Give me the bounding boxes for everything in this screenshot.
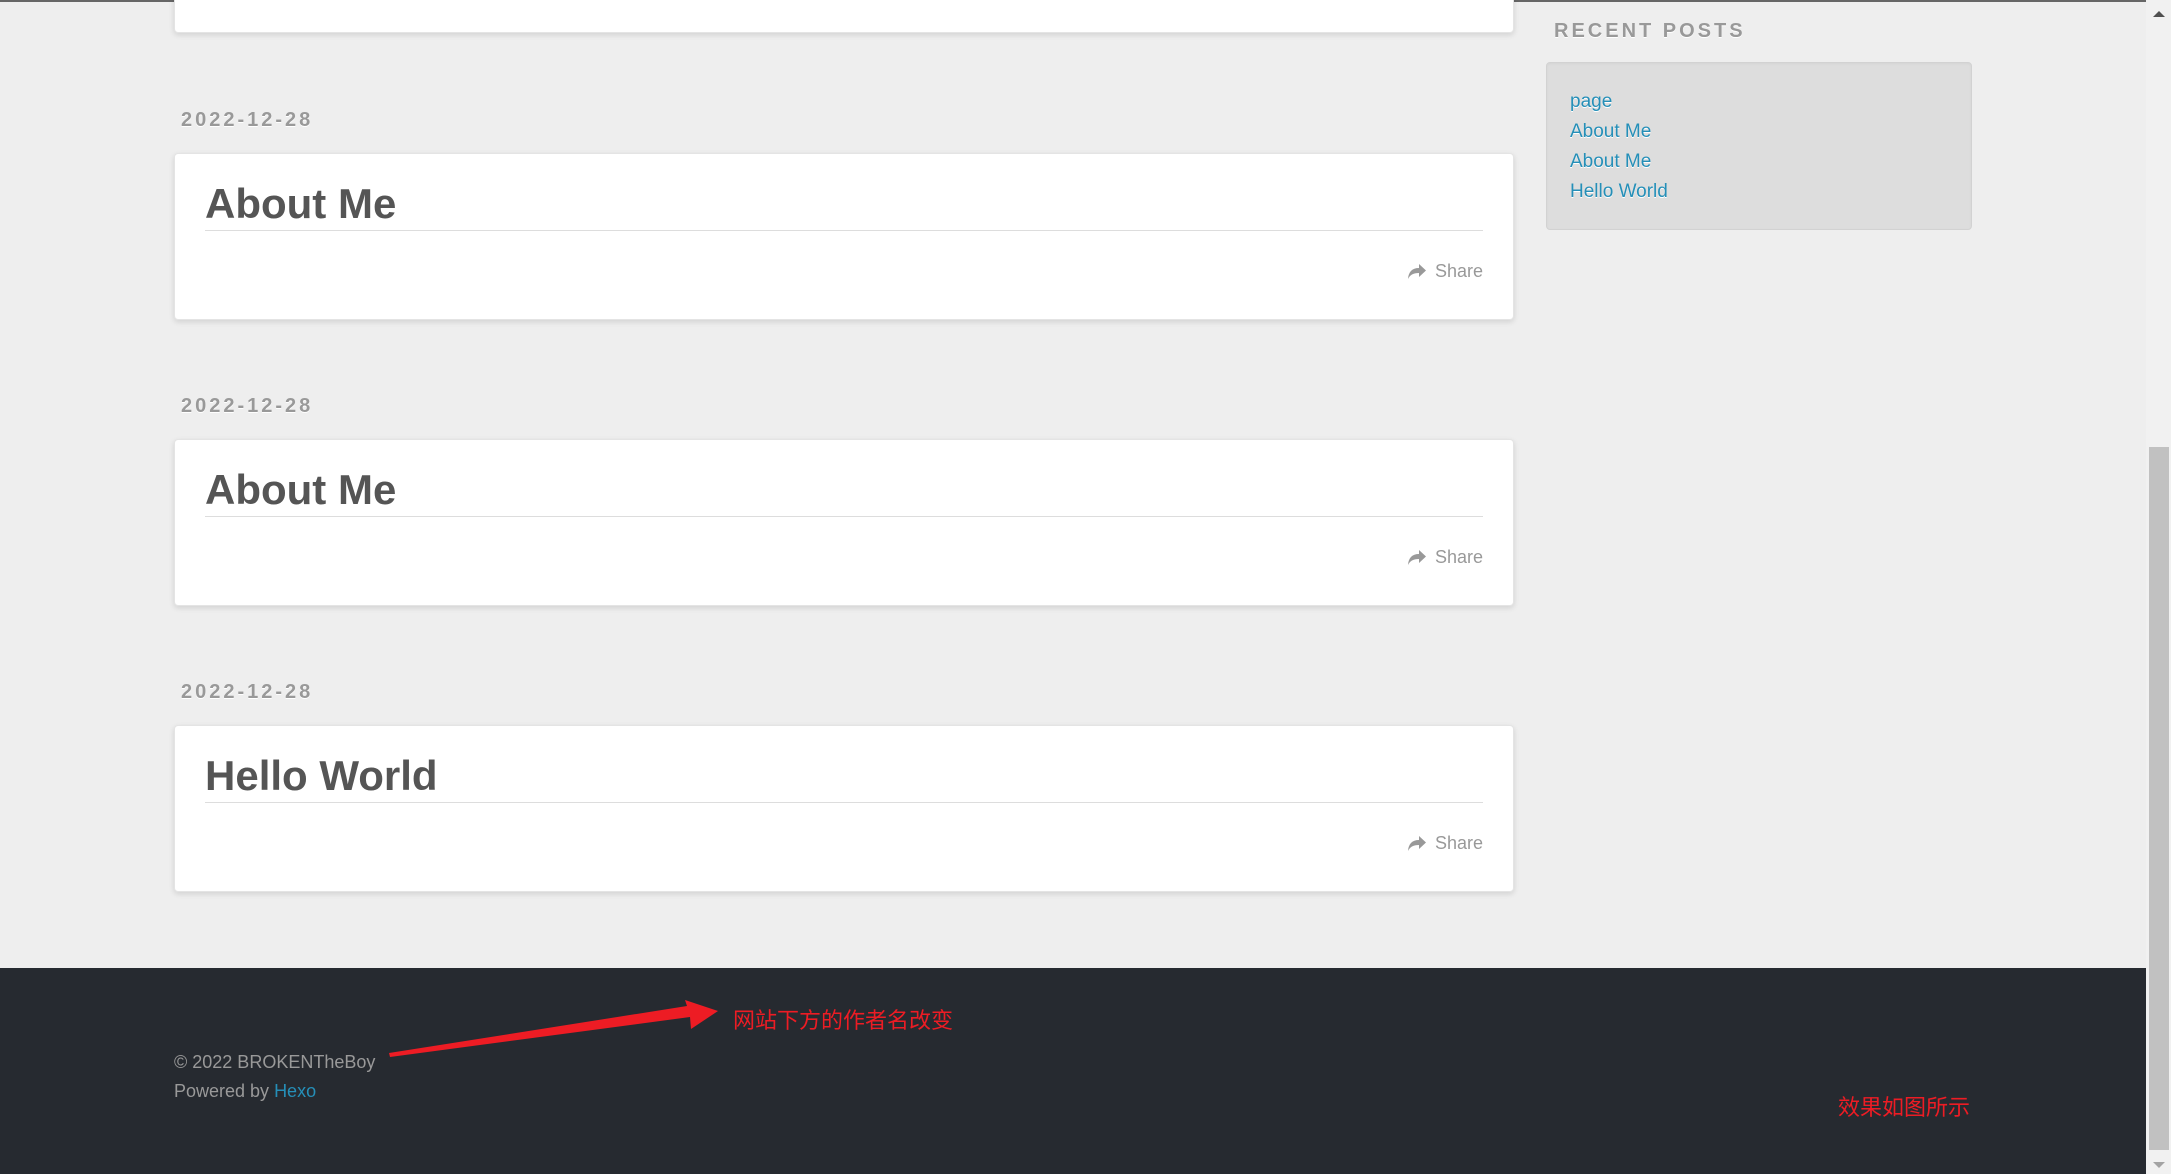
recent-posts-widget: page About Me About Me Hello World [1546, 62, 1972, 230]
post-date: 2022-12-28 [181, 681, 314, 703]
post-title-link[interactable]: Hello World [205, 752, 1483, 803]
share-icon [1407, 263, 1426, 279]
site-footer: © 2022 BROKENTheBoy Powered by Hexo [0, 968, 2146, 1174]
vertical-scrollbar[interactable] [2146, 0, 2171, 1174]
recent-post-link[interactable]: About Me [1570, 151, 1651, 172]
share-label: Share [1434, 261, 1483, 281]
share-button[interactable]: Share [1407, 261, 1483, 282]
post-card: Hello World Share [174, 725, 1514, 892]
powered-by-text: Powered by [174, 1081, 275, 1101]
footer-powered-by: Powered by Hexo [174, 1081, 316, 1102]
annotation-result: 效果如图所示 [1838, 1096, 1971, 1121]
recent-post-item: About Me [1570, 147, 1971, 177]
post-card-partial [174, 0, 1514, 33]
post-card: About Me Share [174, 439, 1514, 606]
recent-post-link[interactable]: Hello World [1570, 181, 1668, 202]
share-icon [1407, 549, 1426, 565]
post-card: About Me Share [174, 153, 1514, 320]
scroll-down-arrow-icon[interactable] [2146, 1154, 2171, 1174]
share-label: Share [1434, 547, 1483, 567]
recent-post-item: About Me [1570, 117, 1971, 147]
annotation-author-change: 网站下方的作者名改变 [733, 1009, 954, 1034]
post-date: 2022-12-28 [181, 395, 314, 417]
footer-copyright: © 2022 BROKENTheBoy [174, 1052, 376, 1072]
recent-posts-list: page About Me About Me Hello World [1547, 63, 1971, 207]
recent-posts-title: RECENT POSTS [1554, 20, 1746, 42]
scrollbar-thumb[interactable] [2149, 447, 2169, 1150]
recent-post-item: page [1570, 87, 1971, 117]
share-icon [1407, 835, 1426, 851]
post-title-link[interactable]: About Me [205, 180, 1483, 231]
recent-post-link[interactable]: About Me [1570, 121, 1651, 142]
recent-post-link[interactable]: page [1570, 91, 1612, 112]
hexo-link[interactable]: Hexo [274, 1081, 316, 1101]
post-title-link[interactable]: About Me [205, 466, 1483, 517]
post-date: 2022-12-28 [181, 109, 314, 131]
share-button[interactable]: Share [1407, 547, 1483, 568]
share-label: Share [1434, 833, 1483, 853]
recent-post-item: Hello World [1570, 177, 1971, 207]
share-button[interactable]: Share [1407, 833, 1483, 854]
scroll-up-arrow-icon[interactable] [2146, 4, 2171, 24]
